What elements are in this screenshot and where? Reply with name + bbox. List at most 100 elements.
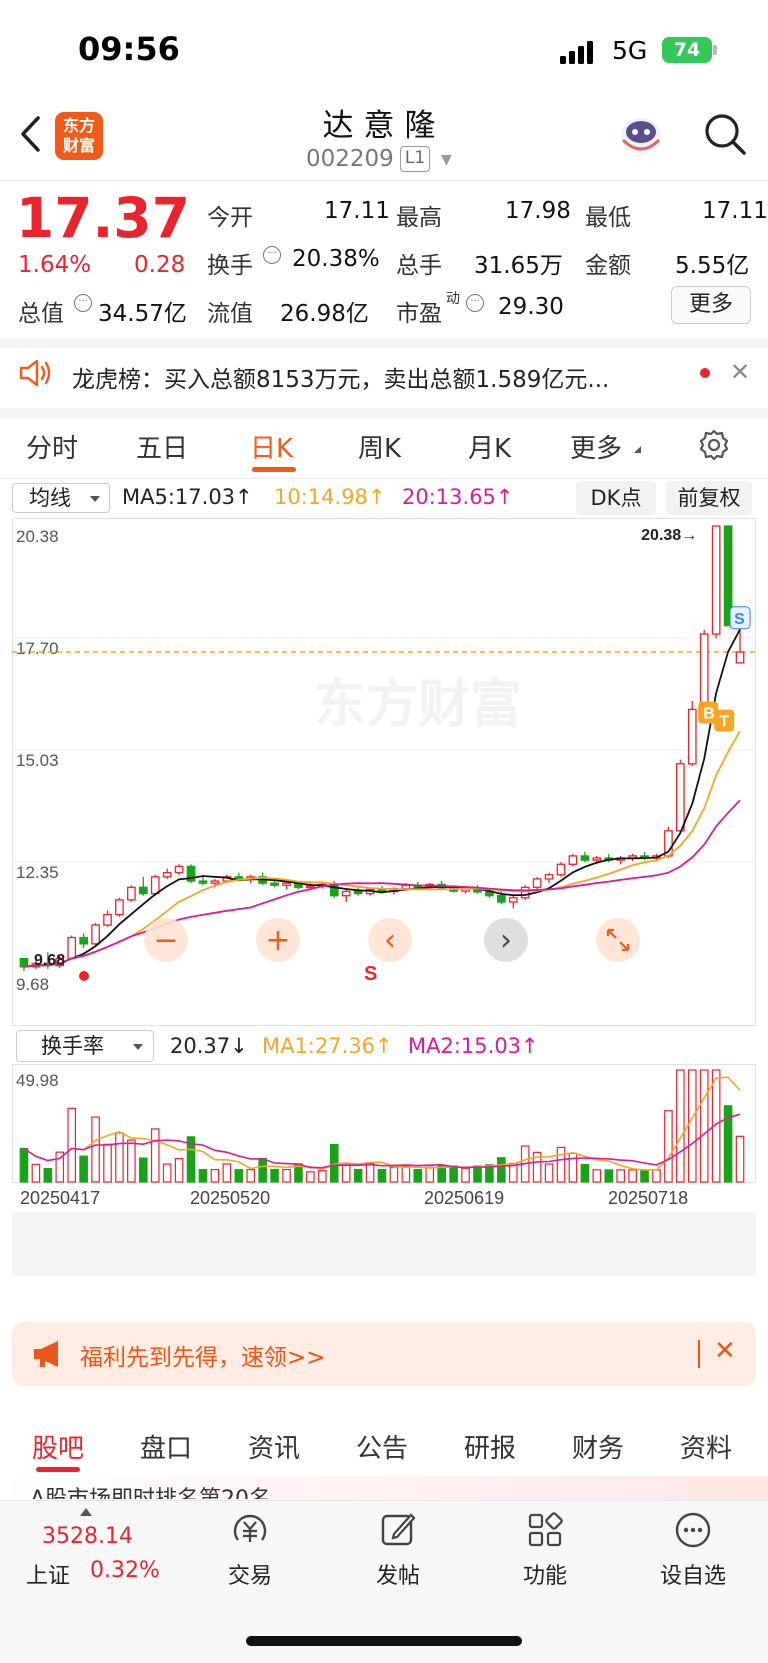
stock-code[interactable]: 002209 bbox=[306, 146, 394, 172]
signal-icon bbox=[560, 41, 593, 64]
tab-profile[interactable]: 资料 bbox=[680, 1428, 732, 1465]
candle-body bbox=[174, 865, 184, 874]
dk-point-button[interactable]: DK点 bbox=[576, 481, 656, 515]
candle-body bbox=[341, 890, 351, 897]
vol-ma1-text: MA1:27.36 bbox=[262, 1034, 376, 1058]
tab-five-day[interactable]: 五日 bbox=[136, 428, 188, 465]
tab-announcements[interactable]: 公告 bbox=[356, 1428, 408, 1465]
volume-bar bbox=[103, 1143, 112, 1183]
network-type: 5G bbox=[612, 36, 648, 65]
mktcap-value: 34.57亿 bbox=[98, 301, 187, 327]
app-logo[interactable]: 东方 财富 bbox=[55, 112, 103, 160]
volume-bar bbox=[79, 1155, 88, 1183]
last-price: 17.37 bbox=[16, 186, 190, 250]
candle-body bbox=[699, 633, 709, 711]
signal-s-marker: S bbox=[364, 963, 377, 985]
volume-indicator-select[interactable]: 换手率 bbox=[16, 1030, 154, 1062]
volume-bar bbox=[544, 1163, 554, 1183]
nav-add-watchlist[interactable]: 设自选 bbox=[648, 1558, 738, 1590]
min-marker-dot bbox=[79, 971, 89, 981]
tab-finance[interactable]: 财务 bbox=[572, 1428, 624, 1465]
turnover-rate-value: 20.37↓ bbox=[170, 1034, 248, 1058]
tab-news[interactable]: 资讯 bbox=[248, 1428, 300, 1465]
zoom-out-button[interactable]: − bbox=[144, 918, 188, 962]
promo-text[interactable]: 福利先到先得，速领>> bbox=[80, 1338, 326, 1372]
change-amount: 0.28 bbox=[134, 252, 186, 278]
adjust-button[interactable]: 前复权 bbox=[666, 481, 752, 515]
vol-ma2-value: MA2:15.03↑ bbox=[408, 1034, 539, 1058]
candle-body bbox=[103, 913, 112, 926]
more-quote-button[interactable]: 更多 bbox=[671, 286, 751, 324]
info-icon[interactable]: ··· bbox=[466, 294, 484, 312]
volume-value: 31.65万 bbox=[474, 253, 563, 279]
tab-guba[interactable]: 股吧 bbox=[32, 1428, 84, 1465]
y-axis-label: 20.38 bbox=[16, 527, 59, 546]
close-icon[interactable]: ✕ bbox=[730, 358, 750, 386]
search-icon[interactable] bbox=[703, 112, 747, 156]
vol-ma1-arrow: ↑ bbox=[375, 1034, 393, 1058]
index-value[interactable]: 3528.14 bbox=[42, 1524, 133, 1549]
tab-monthly-k[interactable]: 月K bbox=[468, 428, 511, 465]
ma5-arrow: ↑ bbox=[235, 485, 253, 509]
candle-body bbox=[353, 890, 363, 895]
info-icon[interactable]: ··· bbox=[263, 246, 281, 264]
tab-daily-k[interactable]: 日K bbox=[250, 428, 293, 465]
volume-bar bbox=[377, 1168, 387, 1183]
volume-bar bbox=[604, 1169, 614, 1183]
ma5-text: MA5:17.03 bbox=[122, 485, 236, 509]
candle-body bbox=[520, 886, 530, 899]
tab-intraday[interactable]: 分时 bbox=[26, 428, 78, 465]
back-arrow-icon[interactable] bbox=[18, 112, 44, 156]
zoom-in-button-glyph: + bbox=[265, 923, 290, 958]
nav-functions[interactable]: 功能 bbox=[500, 1558, 590, 1590]
expand-up-icon[interactable] bbox=[80, 1508, 92, 1516]
info-icon[interactable]: ··· bbox=[74, 294, 92, 312]
candle-body bbox=[270, 882, 279, 886]
longhu-text[interactable]: 龙虎榜：买入总额8153万元，卖出总额1.589亿元... bbox=[72, 360, 609, 394]
home-indicator bbox=[246, 1636, 522, 1646]
nav-trade[interactable]: 交易 bbox=[205, 1558, 295, 1590]
scroll-left-button[interactable]: ‹ bbox=[368, 918, 412, 962]
level-badge[interactable]: L1 bbox=[400, 146, 430, 172]
signal-t-text: T bbox=[719, 714, 729, 731]
tab-more[interactable]: 更多 bbox=[570, 428, 622, 465]
robot-assistant-icon[interactable] bbox=[616, 112, 666, 160]
turnover-value: 20.38% bbox=[292, 246, 380, 272]
code-dropdown-icon[interactable]: ▼ bbox=[441, 152, 452, 168]
volume-bar bbox=[449, 1165, 458, 1183]
zoom-in-button[interactable]: + bbox=[256, 918, 300, 962]
trade-icon[interactable] bbox=[230, 1510, 270, 1550]
indicator-select[interactable]: 均线 bbox=[12, 483, 110, 513]
more-dots-icon[interactable] bbox=[673, 1510, 713, 1550]
tab-pankou[interactable]: 盘口 bbox=[140, 1428, 192, 1465]
candle-body bbox=[115, 899, 124, 916]
nav-post[interactable]: 发帖 bbox=[353, 1558, 443, 1590]
volume-chart[interactable]: 49.98 20250417 20250520 20250619 20250718 bbox=[12, 1064, 756, 1276]
candle-body bbox=[91, 924, 100, 945]
index-name[interactable]: 上证 bbox=[26, 1558, 70, 1590]
signal-s-text: S bbox=[734, 611, 745, 628]
float-label: 流值 bbox=[207, 301, 253, 327]
volume-frame bbox=[12, 1064, 756, 1183]
scroll-right-button[interactable]: › bbox=[484, 918, 528, 962]
apps-icon[interactable] bbox=[525, 1510, 565, 1550]
gear-icon[interactable] bbox=[697, 428, 731, 462]
index-percent[interactable]: 0.32% bbox=[90, 1558, 160, 1583]
close-icon[interactable]: ✕ bbox=[714, 1336, 736, 1366]
candle-body bbox=[711, 525, 721, 635]
volume-bar bbox=[150, 1128, 160, 1183]
tab-weekly-k[interactable]: 周K bbox=[358, 428, 401, 465]
fullscreen-button[interactable] bbox=[596, 918, 640, 962]
volume-bar bbox=[389, 1166, 399, 1183]
volume-bar bbox=[365, 1163, 375, 1183]
candlestick-chart[interactable]: 20.38 17.70 15.03 12.35 9.68 东方财富 20.38→ 9.68 S B… bbox=[12, 518, 756, 1026]
candle-body bbox=[401, 884, 411, 890]
turnover-label: 换手 bbox=[207, 253, 253, 279]
candle-body bbox=[676, 763, 685, 832]
ma20-value: 20:13.65↑ bbox=[402, 485, 514, 509]
megaphone-icon bbox=[34, 1341, 58, 1367]
feed-peek-text[interactable]: A股市场即时排名第20名 bbox=[30, 1481, 271, 1499]
edit-icon[interactable] bbox=[378, 1510, 418, 1550]
date-axis-label: 20250417 bbox=[20, 1188, 100, 1208]
tab-research[interactable]: 研报 bbox=[464, 1428, 516, 1465]
